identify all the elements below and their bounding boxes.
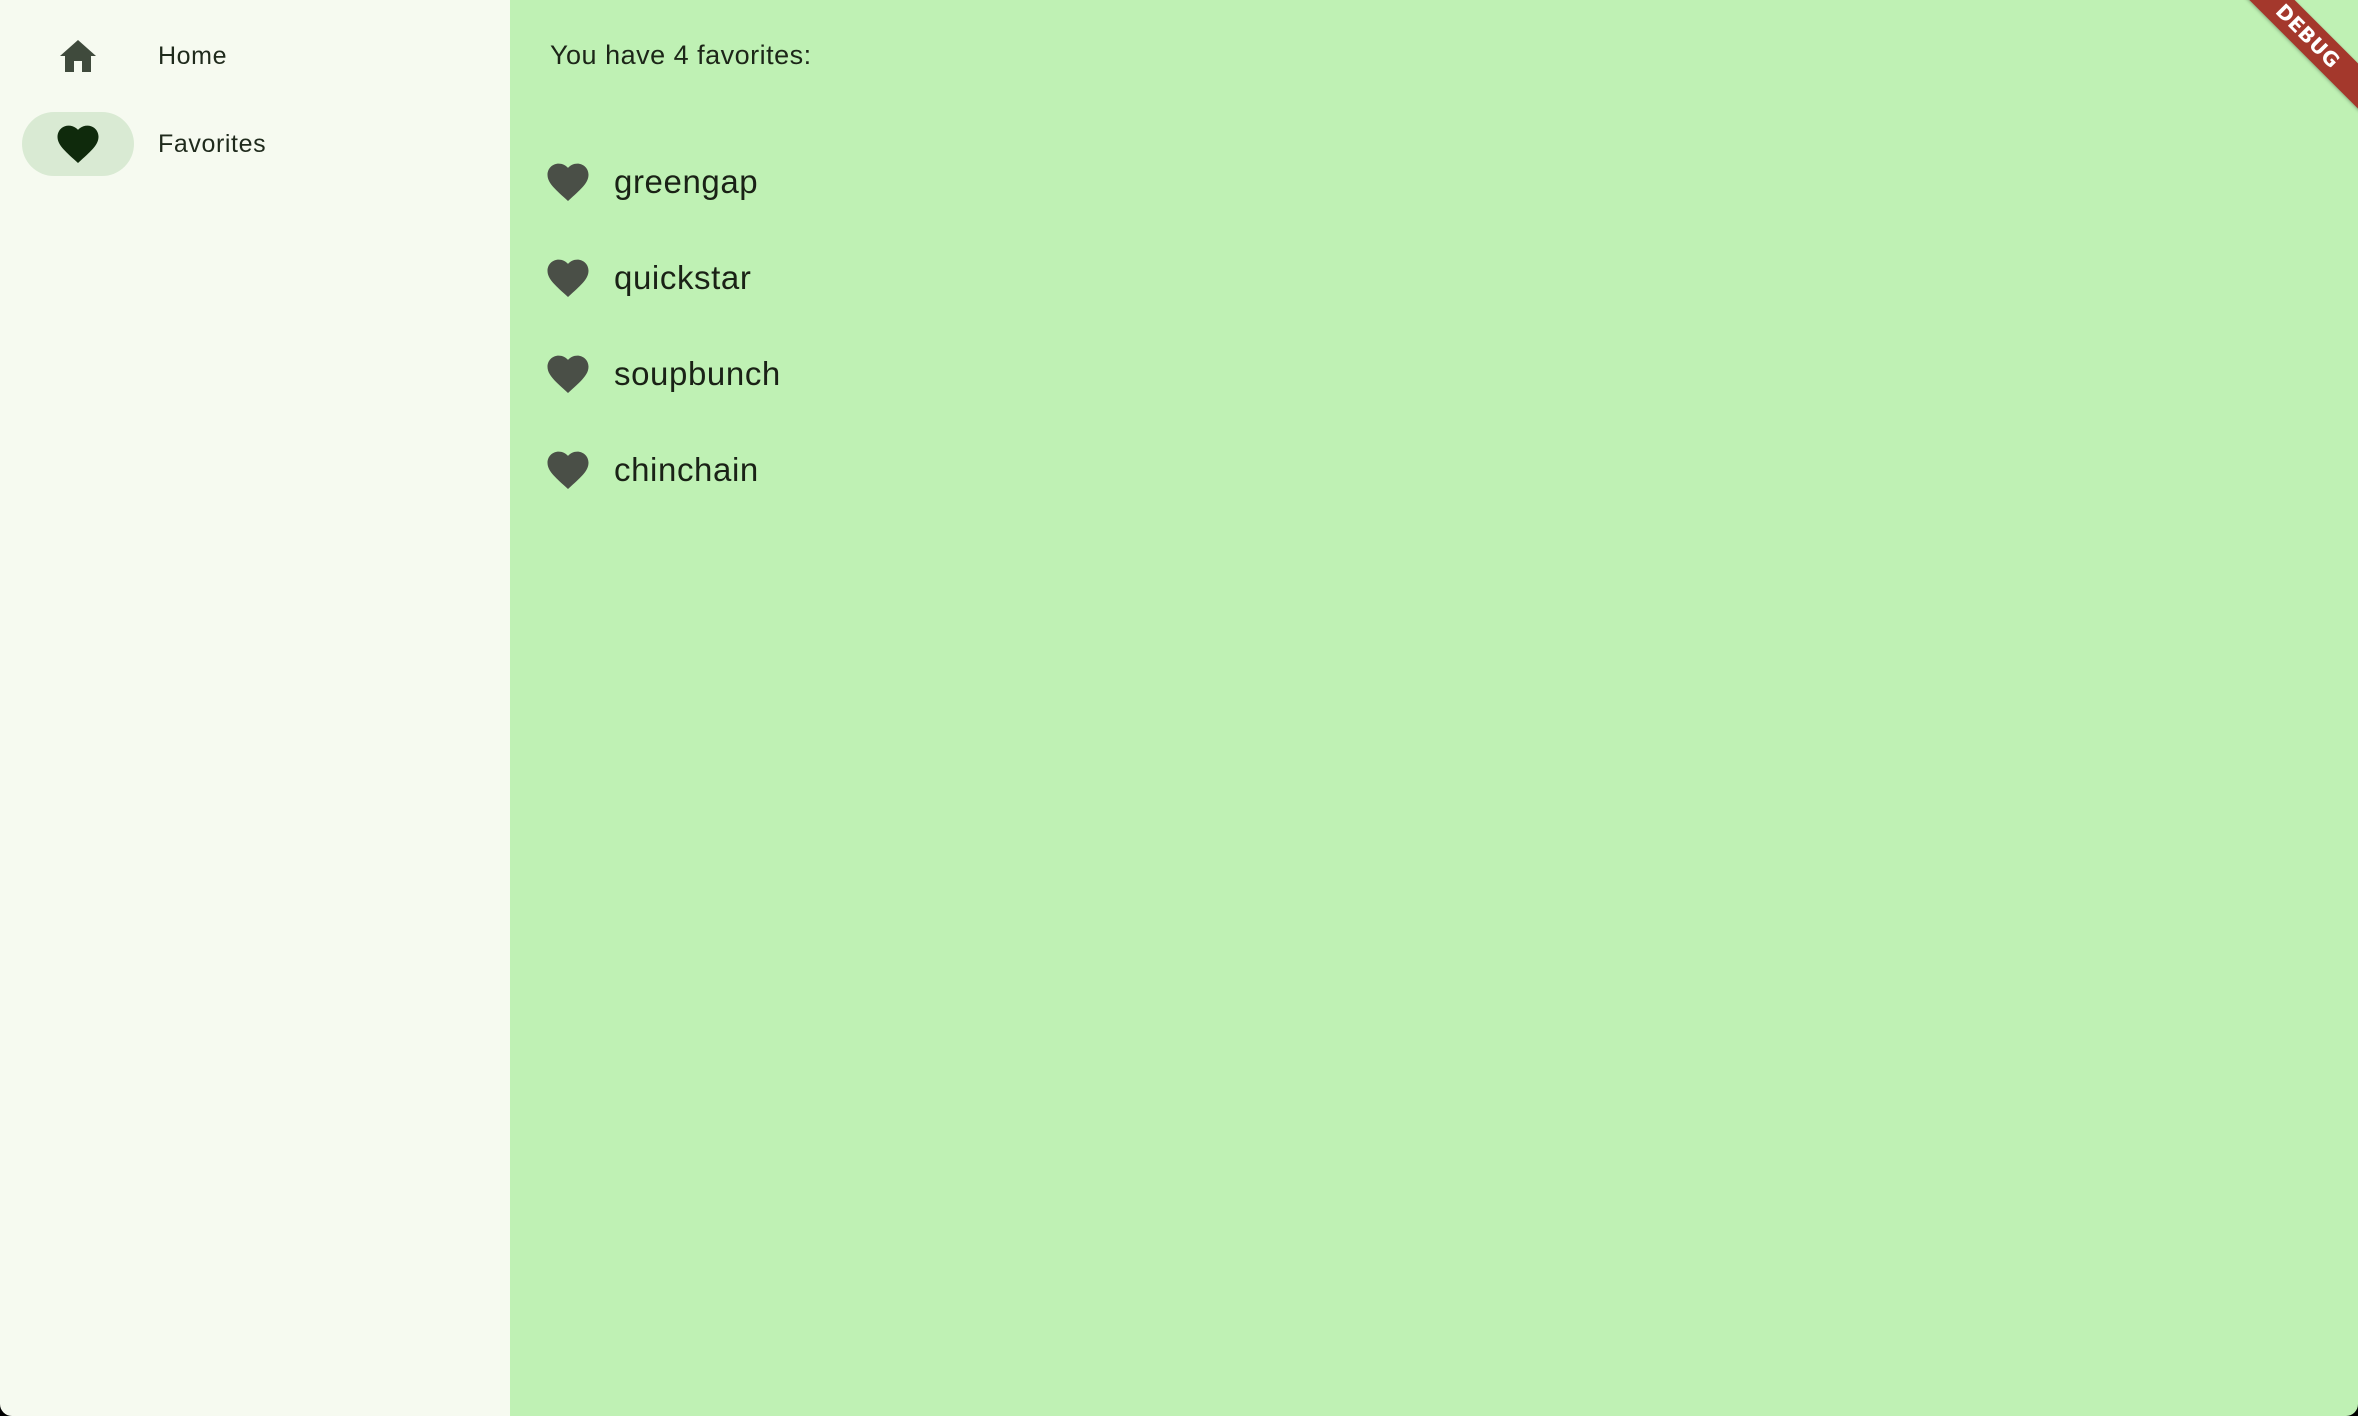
favorites-count-text: You have 4 favorites: — [550, 40, 812, 70]
list-item[interactable]: quickstar — [544, 230, 781, 326]
favorites-page: You have 4 favorites: greengap quickstar — [510, 0, 2358, 1416]
favorites-list: greengap quickstar soupbunch chinchain — [544, 134, 781, 518]
favorite-name: quickstar — [614, 259, 752, 296]
favorite-name: soupbunch — [614, 355, 781, 392]
list-item[interactable]: chinchain — [544, 422, 781, 518]
favorite-name: chinchain — [614, 451, 759, 488]
nav-item-home[interactable]: Home — [0, 24, 510, 88]
heart-icon — [544, 446, 592, 494]
heart-icon — [544, 350, 592, 398]
list-item[interactable]: greengap — [544, 134, 781, 230]
debug-banner: DEBUG — [2233, 0, 2358, 111]
favorite-name: greengap — [614, 163, 759, 200]
heart-icon — [54, 124, 102, 164]
list-item[interactable]: soupbunch — [544, 326, 781, 422]
home-icon — [54, 36, 102, 76]
app-window: Home Favorites You have 4 favorites: gre… — [0, 0, 2358, 1416]
nav-item-label: Favorites — [158, 130, 267, 158]
nav-item-favorites[interactable]: Favorites — [0, 112, 510, 176]
navigation-rail: Home Favorites — [0, 0, 510, 1416]
nav-item-label: Home — [158, 42, 228, 70]
heart-icon — [544, 254, 592, 302]
heart-icon — [544, 158, 592, 206]
